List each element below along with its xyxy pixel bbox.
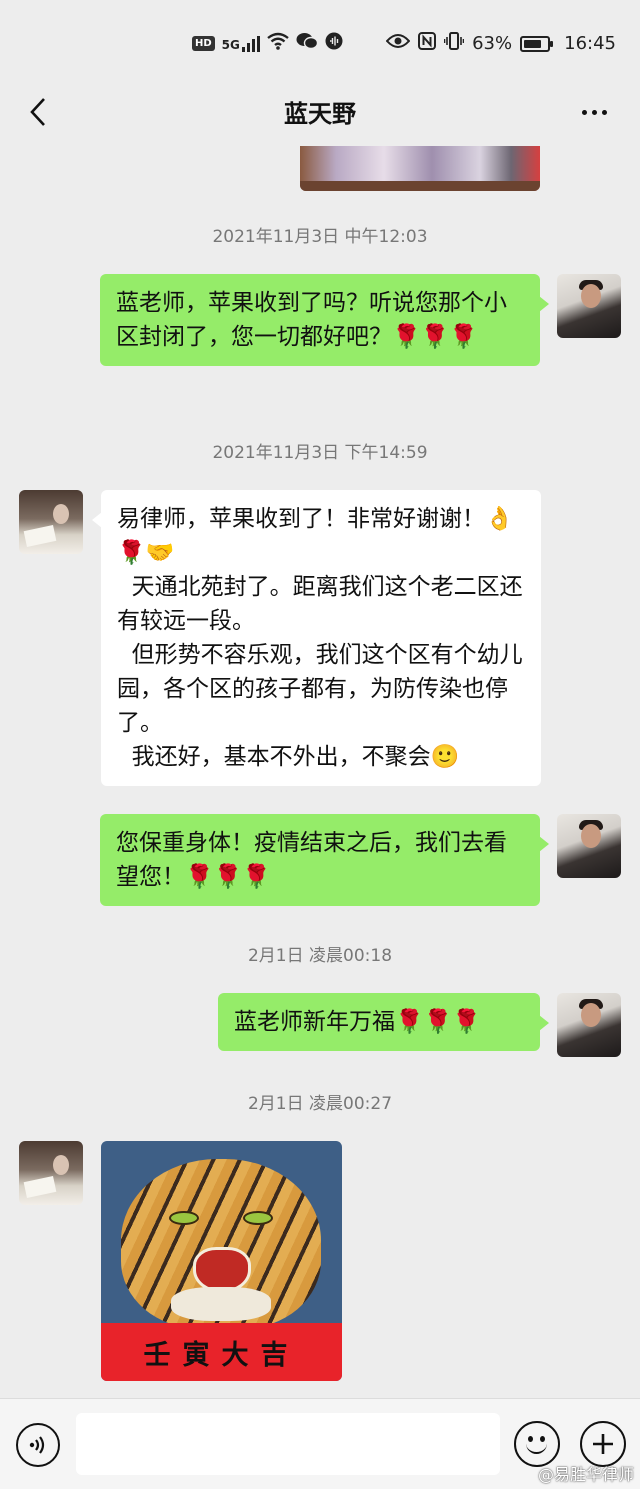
- message-bubble-sent[interactable]: 蓝老师新年万福🌹🌹🌹: [218, 993, 549, 1051]
- message-input[interactable]: [76, 1413, 500, 1475]
- vibrate-icon: [443, 32, 465, 55]
- message-bubble-received[interactable]: 易律师，苹果收到了！非常好谢谢！👌🌹🤝 天通北苑封了。距离我们这个老二区还有较远…: [92, 490, 541, 786]
- avatar-self[interactable]: [557, 993, 621, 1057]
- message-bubble-sent[interactable]: 蓝老师，苹果收到了吗？听说您那个小区封闭了，您一切都好吧？🌹🌹🌹: [100, 274, 549, 366]
- image-shelf: [300, 181, 540, 191]
- wifi-icon: [267, 32, 289, 55]
- status-bar: HD 5G 63% 16:45: [0, 0, 640, 86]
- message-bubble-sent[interactable]: 您保重身体！疫情结束之后，我们去看望您！🌹🌹🌹: [100, 814, 549, 906]
- tiger-illustration: [121, 1159, 321, 1329]
- battery-level-fill: [524, 39, 541, 48]
- wechat-notification-icon: [296, 32, 319, 55]
- status-right-icons: 63% 16:45: [385, 32, 616, 55]
- battery-icon: [520, 35, 554, 52]
- chat-title: 蓝天野: [284, 100, 356, 128]
- avatar-contact[interactable]: [19, 1141, 83, 1205]
- more-button[interactable]: [574, 92, 614, 132]
- battery-percentage: 63%: [472, 33, 513, 54]
- nfc-icon: [418, 32, 437, 55]
- message-timestamp: 2月1日 凌晨00:18: [247, 946, 393, 966]
- status-left-icons: HD 5G: [192, 32, 343, 55]
- signal-label: 5G: [221, 37, 240, 52]
- voice-button[interactable]: [16, 1423, 60, 1467]
- plus-icon: [593, 1434, 613, 1454]
- image-message-tiger[interactable]: 壬寅大吉: [101, 1141, 342, 1381]
- avatar-self[interactable]: [557, 814, 621, 878]
- more-dots-icon: [581, 109, 587, 115]
- chat-header: 蓝天野: [0, 86, 640, 146]
- message-timestamp: 2021年11月3日 中午12:03: [212, 227, 428, 247]
- message-timestamp: 2021年11月3日 下午14:59: [212, 443, 428, 463]
- watermark: @易胜华律师: [537, 1465, 634, 1484]
- cellular-signal-icon: 5G: [221, 35, 260, 52]
- clock: 16:45: [564, 33, 616, 54]
- tiger-banner-text: 壬寅大吉: [143, 1339, 300, 1371]
- eye-comfort-icon: [385, 33, 411, 54]
- avatar-self[interactable]: [557, 274, 621, 338]
- message-timestamp: 2月1日 凌晨00:27: [247, 1094, 393, 1114]
- avatar-contact[interactable]: [19, 490, 83, 554]
- previous-image-message[interactable]: [300, 146, 540, 191]
- voice-icon: [29, 1436, 45, 1454]
- hd-badge: HD: [192, 36, 215, 51]
- tiger-banner: 壬寅大吉: [101, 1323, 342, 1381]
- audio-notification-icon: [325, 32, 343, 55]
